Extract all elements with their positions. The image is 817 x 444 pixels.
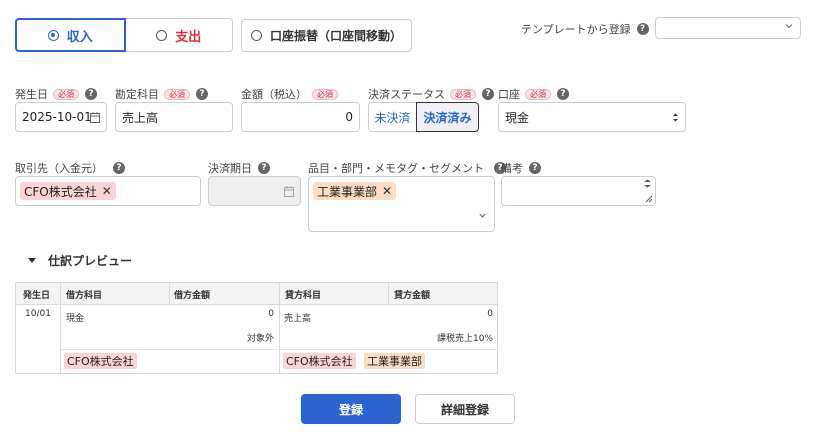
help-icon[interactable]: ? [482,88,494,100]
radio-unselected-icon [250,30,262,41]
required-badge: 必須 [450,88,476,100]
status-label-text: 決済ステータス [368,88,445,101]
help-icon[interactable]: ? [258,162,270,174]
due-date-label-text: 決済期日 [208,162,252,175]
amount-label: 金額（税込） 必須 [241,86,338,102]
memo-textarea[interactable] [501,176,656,206]
header-debit-account: 借方科目 [66,290,103,301]
radio-selected-icon [47,29,59,41]
date-label-text: 発生日 [15,88,48,101]
template-label: テンプレートから登録 ? [521,21,649,37]
wallet-label: 口座 必須 ? [498,86,569,102]
scroll-arrows-icon[interactable] [643,179,652,188]
header-date: 発生日 [23,290,51,301]
journal-preview-table: 発生日 借方科目 借方金額 貸方科目 貸方金額 10/01 現金 0 対象外 C… [15,282,498,374]
template-select[interactable] [655,17,801,39]
required-badge: 必須 [525,88,551,100]
chevron-down-icon[interactable] [478,211,487,220]
memo-label-text: 備考 [501,162,523,175]
status-done-button[interactable]: 決済済み [416,102,479,132]
calendar-icon [284,186,294,197]
wallet-label-text: 口座 [498,88,520,101]
amount-value: 0 [345,110,353,124]
partner-label-text: 取引先（入金元） [15,162,103,175]
partner-label: 取引先（入金元） ? [15,160,125,176]
row-debit-account: 現金 [66,314,85,324]
row-credit-account: 売上高 [284,314,312,324]
caret-down-icon [28,258,36,263]
required-badge: 必須 [312,88,338,100]
payment-status-toggle: 未決済 決済済み [368,102,479,132]
row-credit-tag-segment: 工業事業部 [364,353,425,369]
column-divider [388,283,389,305]
template-label-text: テンプレートから登録 [521,23,631,36]
account-value: 売上高 [122,110,159,125]
transaction-type-toggle: 収入 支出 [15,18,233,52]
row-debit-tax: 対象外 [246,334,274,344]
income-label: 収入 [66,29,93,45]
help-icon[interactable]: ? [113,162,125,174]
column-divider [60,283,61,373]
income-toggle-button[interactable]: 収入 [15,18,126,52]
segments-label-text: 品目・部門・メモタグ・セグメント [308,162,484,175]
header-credit-amount: 貸方金額 [394,290,431,301]
required-badge: 必須 [53,88,79,100]
remove-tag-icon[interactable]: ✕ [382,184,392,198]
preview-toggle[interactable]: 仕訳プレビュー [28,252,132,269]
table-header: 発生日 借方科目 借方金額 貸方科目 貸方金額 [16,283,497,305]
segment-tag-text: 工業事業部 [317,184,378,199]
remove-tag-icon[interactable]: ✕ [102,184,112,198]
date-label: 発生日 必須 ? [15,86,97,102]
due-date-input [208,176,301,206]
row-credit-tag-partner: CFO株式会社 [283,353,356,369]
row-debit-amount: 0 [268,309,274,319]
submit-button[interactable]: 登録 [301,394,401,424]
resize-handle-icon[interactable] [644,194,653,203]
row-credit-amount: 0 [487,309,493,319]
row-debit-tag: CFO株式会社 [64,353,137,369]
partner-tag-text: CFO株式会社 [24,184,97,199]
row-date: 10/01 [25,309,51,319]
calendar-icon[interactable] [90,112,100,123]
date-value: 2025-10-01 [22,110,92,124]
segment-tag: 工業事業部 ✕ [313,182,397,200]
transfer-label: 口座振替（口座間移動） [269,29,402,43]
row-divider [60,349,497,350]
due-date-label: 決済期日 ? [208,160,270,176]
help-icon[interactable]: ? [196,88,208,100]
segments-input[interactable]: 工業事業部 ✕ [308,176,495,232]
expense-toggle-button[interactable]: 支出 [125,18,233,52]
expense-label: 支出 [175,29,202,45]
wallet-select[interactable]: 現金 [498,102,686,132]
help-icon[interactable]: ? [85,88,97,100]
segments-label: 品目・部門・メモタグ・セグメント ? [308,160,506,176]
column-divider [169,283,170,305]
account-transfer-button[interactable]: 口座振替（口座間移動） [241,19,412,52]
account-input[interactable]: 売上高 [115,102,233,132]
wallet-value: 現金 [505,110,530,125]
chevron-down-icon [785,24,793,29]
help-icon[interactable]: ? [557,88,569,100]
partner-tag: CFO株式会社 ✕ [20,182,116,200]
detail-register-button[interactable]: 詳細登録 [415,394,515,424]
row-credit-tax: 課税売上10% [436,334,493,344]
account-label: 勘定科目 必須 ? [115,86,208,102]
column-divider [279,283,280,373]
amount-label-text: 金額（税込） [241,88,307,101]
status-label: 決済ステータス 必須 ? [368,86,494,102]
amount-input[interactable]: 0 [241,102,360,132]
status-pending-button[interactable]: 未決済 [368,102,416,132]
help-icon[interactable]: ? [636,23,649,35]
account-label-text: 勘定科目 [115,88,159,101]
date-input[interactable]: 2025-10-01 [15,102,107,132]
header-credit-account: 貸方科目 [285,290,322,301]
help-icon[interactable]: ? [529,162,541,174]
required-badge: 必須 [164,88,190,100]
partner-input[interactable]: CFO株式会社 ✕ [15,176,201,206]
memo-label: 備考 ? [501,160,541,176]
radio-unselected-icon [156,29,168,41]
preview-title: 仕訳プレビュー [48,254,133,268]
select-arrows-icon [673,113,678,122]
header-debit-amount: 借方金額 [174,290,211,301]
